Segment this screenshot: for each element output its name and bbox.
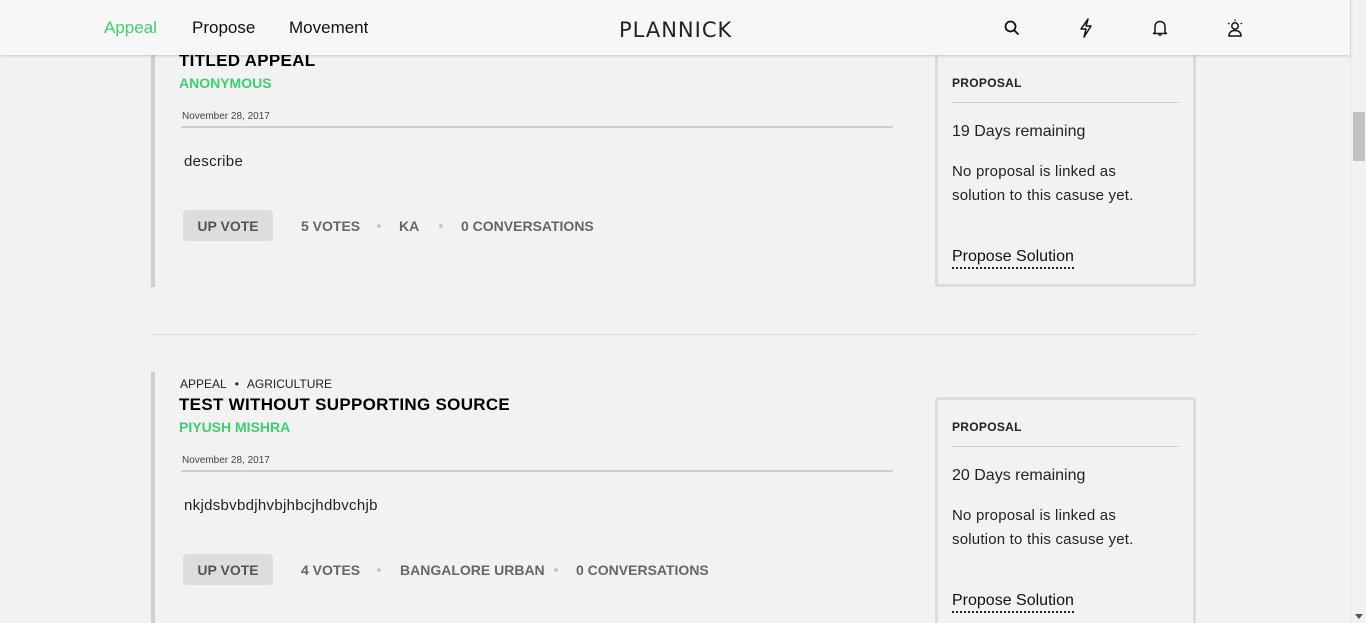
vote-count: 5 VOTES	[301, 218, 361, 234]
appeal-card: APPEAL • AGRICULTURE TEST WITHOUT SUPPORTI…	[151, 372, 911, 623]
date-divider	[181, 470, 893, 472]
location-tag[interactable]: KA	[399, 218, 419, 234]
meta-separator	[554, 568, 558, 572]
appeal-date: November 28, 2017	[182, 455, 270, 466]
breadcrumb-dot: •	[234, 377, 239, 391]
search-icon[interactable]	[1001, 17, 1023, 39]
nav-movement[interactable]: Movement	[289, 18, 368, 38]
subcategory-tag[interactable]: AGRICULTURE	[247, 377, 332, 391]
proposal-heading: PROPOSAL	[952, 76, 1022, 90]
meta-separator	[439, 224, 443, 228]
category-breadcrumb: APPEAL • AGRICULTURE	[180, 377, 332, 391]
scrollbar-thumb[interactable]	[1353, 112, 1365, 161]
propose-solution-link[interactable]: Propose Solution	[952, 248, 1074, 269]
brand-logo[interactable]: PLANNICK	[619, 18, 732, 42]
appeal-card: TITLED APPEAL ANONYMOUS November 28, 201…	[151, 40, 911, 287]
meta-separator	[377, 568, 381, 572]
location-tag[interactable]: BANGALORE URBAN	[400, 562, 545, 578]
days-remaining: 19 Days remaining	[952, 123, 1086, 140]
proposal-box: PROPOSAL 19 Days remaining No proposal i…	[935, 45, 1196, 287]
user-icon[interactable]	[1224, 17, 1246, 39]
nav-propose[interactable]: Propose	[192, 18, 255, 38]
card-divider	[151, 334, 1197, 335]
proposal-divider	[952, 102, 1179, 103]
days-remaining: 20 Days remaining	[952, 467, 1086, 484]
bell-icon[interactable]	[1149, 17, 1171, 39]
date-divider	[181, 126, 893, 128]
upvote-button[interactable]: UP VOTE	[183, 210, 273, 241]
nav-appeal[interactable]: Appeal	[104, 18, 157, 38]
proposal-divider	[952, 446, 1179, 447]
appeal-date: November 28, 2017	[182, 111, 270, 122]
scroll-down-arrow-icon[interactable]	[1355, 614, 1363, 619]
appeal-author[interactable]: PIYUSH MISHRA	[179, 419, 290, 435]
proposal-message: No proposal is linked as solution to thi…	[952, 507, 1134, 548]
meta-separator	[377, 224, 381, 228]
appeal-description: describe	[184, 153, 244, 170]
appeal-description: nkjdsbvbdjhvbjhbcjhdbvchjb	[184, 497, 378, 514]
proposal-heading: PROPOSAL	[952, 420, 1022, 434]
lightning-icon[interactable]	[1075, 17, 1097, 39]
propose-solution-link[interactable]: Propose Solution	[952, 592, 1074, 613]
appeal-title[interactable]: TEST WITHOUT SUPPORTING SOURCE	[179, 395, 510, 415]
conversations-link[interactable]: 0 CONVERSATIONS	[461, 218, 594, 234]
appeal-author[interactable]: ANONYMOUS	[179, 75, 272, 91]
top-navigation-bar: Appeal Propose Movement PLANNICK	[0, 0, 1350, 55]
upvote-button[interactable]: UP VOTE	[183, 554, 273, 585]
category-tag[interactable]: APPEAL	[180, 377, 227, 391]
conversations-link[interactable]: 0 CONVERSATIONS	[576, 562, 709, 578]
proposal-message: No proposal is linked as solution to thi…	[952, 163, 1134, 204]
vote-count: 4 VOTES	[301, 562, 361, 578]
page-scrollbar[interactable]	[1350, 0, 1366, 623]
proposal-box: PROPOSAL 20 Days remaining No proposal i…	[935, 397, 1196, 623]
